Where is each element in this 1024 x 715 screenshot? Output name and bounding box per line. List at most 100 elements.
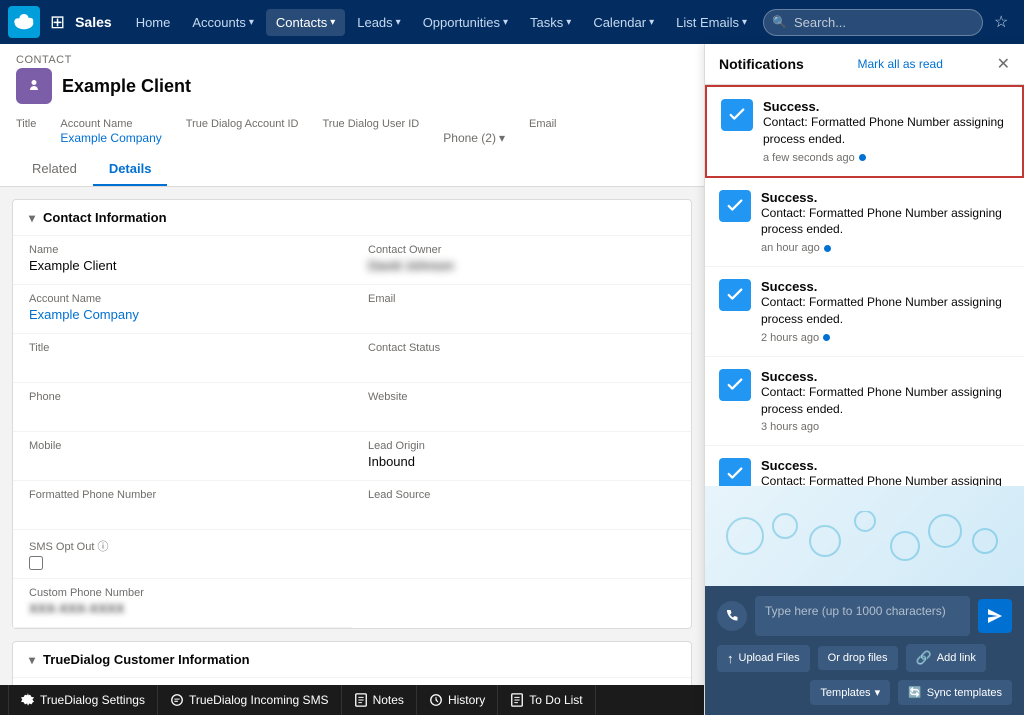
notification-body: Success. Contact: Formatted Phone Number… [763,99,1008,164]
chat-message-input[interactable] [755,596,970,636]
field-contact-status: Contact Status ✏ [352,334,691,383]
notification-item-1[interactable]: Success. Contact: Formatted Phone Number… [705,85,1024,178]
truedialog-fields: True Dialog Username ✏ TD User Permissio… [13,678,691,685]
salesforce-logo[interactable] [8,6,40,38]
account-link[interactable]: Example Company [29,307,336,325]
field-name: Name Example Client ✏ [13,236,352,285]
notif-time: 2 hours ago [761,332,1010,344]
field-contact-owner: Contact Owner David Johnson ✏ [352,236,691,285]
nav-leads[interactable]: Leads ▾ [347,9,410,36]
todo-icon [510,693,524,707]
content-area: Contact Example Client Title Account Nam… [0,44,1024,715]
notification-item-4[interactable]: Success. Contact: Formatted Phone Number… [705,357,1024,447]
chevron-down-icon: ▾ [29,653,35,667]
notif-success-label: Success. [763,99,1008,114]
nav-opportunities[interactable]: Opportunities ▾ [413,9,518,36]
drop-files-button[interactable]: Or drop files [818,646,898,670]
sync-templates-button[interactable]: 🔄 Sync templates [898,680,1012,705]
incoming-sms-label: TrueDialog Incoming SMS [189,693,329,707]
field-lead-origin: Lead Origin Inbound ✏ [352,432,691,481]
add-link-button[interactable]: 🔗 Add link [906,644,986,672]
notifications-panel: Notifications Mark all as read ✕ Success… [704,44,1024,715]
contact-info-header[interactable]: ▾ Contact Information [13,200,691,236]
nav-calendar[interactable]: Calendar ▾ [583,9,664,36]
chevron-down-icon: ▾ [566,17,571,28]
section-title: Contact Information [43,210,167,225]
templates-button[interactable]: Templates ▾ [810,680,890,705]
field-email: Email ✏ [352,285,691,334]
plus-button[interactable]: ＋ [1017,6,1024,38]
chevron-down-icon: ▾ [499,131,505,145]
tab-details[interactable]: Details [93,153,168,186]
truedialog-section-header[interactable]: ▾ TrueDialog Customer Information [13,642,691,678]
topbar-actions: ☆ ＋ ☁ ? ⚙ 🔔 EC [989,6,1024,38]
field-sms-opt-out: SMS Opt Out ⓘ ✏ [13,530,352,579]
chat-area: ↑ Upload Files Or drop files 🔗 Add link … [705,586,1024,715]
chevron-down-icon: ▾ [875,686,881,699]
search-input[interactable] [763,9,983,36]
sync-icon: 🔄 [908,686,922,699]
chevron-down-icon: ▾ [249,17,254,28]
notif-success-label: Success. [761,190,1010,205]
bottom-todo[interactable]: To Do List [498,685,595,715]
nav-list-emails[interactable]: List Emails ▾ [666,9,757,36]
record-field-email: Email [529,118,557,145]
notification-item-5[interactable]: Success. Contact: Formatted Phone Number… [705,446,1024,486]
field-lead-source: Lead Source ✏ [352,481,691,530]
chevron-down-icon: ▾ [29,211,35,225]
sms-opt-out-checkbox[interactable] [29,556,43,570]
settings-label: TrueDialog Settings [40,693,145,707]
grid-icon[interactable]: ⊞ [50,12,65,33]
chevron-down-icon: ▾ [649,17,654,28]
contact-info-fields: Name Example Client ✏ Contact Owner Davi… [13,236,691,628]
bottom-notes[interactable]: Notes [342,685,417,715]
chat-phone-icon [717,601,747,631]
record-title: Example Client [16,68,688,104]
todo-label: To Do List [529,693,582,707]
unread-dot [823,334,830,341]
notification-item-3[interactable]: Success. Contact: Formatted Phone Number… [705,267,1024,357]
notification-icon [719,190,751,222]
main-nav: Home Accounts ▾ Contacts ▾ Leads ▾ Oppor… [126,9,757,36]
app-name: Sales [75,14,112,30]
unread-dot [859,154,866,161]
search-box: 🔍 [763,9,983,36]
record-field-title: Title [16,118,36,145]
record-field-phone: Phone (2) ▾ [443,118,505,145]
detail-area: ▾ Contact Information Name Example Clien… [0,187,704,685]
chevron-down-icon: ▾ [396,17,401,28]
record-field-td-account: True Dialog Account ID [186,118,299,145]
notification-icon [719,369,751,401]
record-tabs: Related Details [16,153,688,186]
field-title: Title ✏ [13,334,352,383]
bottom-incoming-sms[interactable]: TrueDialog Incoming SMS [158,685,342,715]
tab-related[interactable]: Related [16,153,93,186]
phone-dropdown[interactable]: Phone (2) ▾ [443,131,505,145]
notification-body: Success. Contact: Formatted Phone Number… [761,190,1010,255]
notif-message: Contact: Formatted Phone Number assignin… [761,473,1010,486]
upload-files-button[interactable]: ↑ Upload Files [717,645,810,672]
close-notifications-button[interactable]: ✕ [997,54,1010,74]
notification-icon [719,458,751,486]
notif-message: Contact: Formatted Phone Number assignin… [763,114,1008,148]
notification-item-2[interactable]: Success. Contact: Formatted Phone Number… [705,178,1024,268]
nav-home[interactable]: Home [126,9,181,36]
nav-accounts[interactable]: Accounts ▾ [182,9,264,36]
notes-icon [354,693,368,707]
record-field-td-user: True Dialog User ID [322,118,419,145]
sms-icon [170,693,184,707]
send-message-button[interactable] [978,599,1012,633]
field-phone: Phone ✏ [13,383,352,432]
star-button[interactable]: ☆ [989,8,1013,36]
bottom-history[interactable]: History [417,685,498,715]
nav-contacts[interactable]: Contacts ▾ [266,9,345,36]
field-custom-phone: Custom Phone Number XXX-XXX-XXXX ✏ [13,579,352,628]
nav-tasks[interactable]: Tasks ▾ [520,9,581,36]
record-name: Example Client [62,76,191,97]
unread-dot [824,245,831,252]
main-content: Contact Example Client Title Account Nam… [0,44,704,715]
mark-all-read-button[interactable]: Mark all as read [858,57,943,71]
truedialog-section: ▾ TrueDialog Customer Information True D… [12,641,692,685]
account-name-link[interactable]: Example Company [60,131,161,145]
bottom-truedialog-settings[interactable]: TrueDialog Settings [8,685,158,715]
